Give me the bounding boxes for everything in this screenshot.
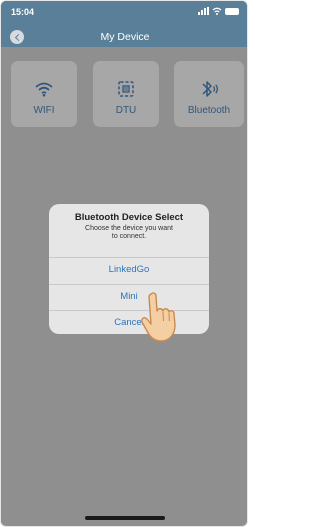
wifi-icon (11, 79, 77, 99)
wifi-card[interactable]: WIFI (11, 61, 77, 127)
phone-screen: 15:04 My Device WIFI DTU Bluetooth Bluet… (0, 0, 248, 527)
system-icons (198, 7, 239, 15)
status-time: 15:04 (11, 7, 35, 17)
nav-bar: My Device (1, 29, 247, 45)
status-bar: 15:04 (11, 7, 239, 19)
bluetooth-card-label: Bluetooth (187, 105, 231, 116)
cancel-button[interactable]: Cancel (49, 310, 209, 334)
dialog-header: Bluetooth Device Select Choose the devic… (49, 212, 209, 241)
dialog-subtitle-line2: to connect. (111, 233, 147, 240)
option-mini[interactable]: Mini (49, 284, 209, 308)
pointing-hand-icon (141, 292, 176, 342)
dialog-title: Bluetooth Device Select (74, 212, 184, 223)
dtu-card[interactable]: DTU (93, 61, 159, 127)
device-type-cards: WIFI DTU Bluetooth (10, 61, 244, 133)
home-indicator (85, 516, 165, 520)
dialog-subtitle-line1: Choose the device you want (85, 225, 173, 232)
page-title: My Device (100, 31, 150, 43)
option-linkedgo[interactable]: LinkedGo (49, 257, 209, 281)
dtu-card-label: DTU (115, 105, 137, 116)
dialog-subtitle: Choose the device you want to connect. (49, 225, 209, 241)
bluetooth-card[interactable]: Bluetooth (174, 61, 244, 127)
battery-icon (225, 7, 239, 15)
bluetooth-icon (174, 79, 244, 99)
wifi-status-icon (212, 7, 222, 15)
top-bar: 15:04 My Device (1, 1, 247, 47)
bluetooth-select-dialog: Bluetooth Device Select Choose the devic… (49, 204, 209, 334)
signal-icon (198, 7, 209, 15)
dtu-icon (93, 79, 159, 99)
wifi-card-label: WIFI (33, 105, 55, 116)
